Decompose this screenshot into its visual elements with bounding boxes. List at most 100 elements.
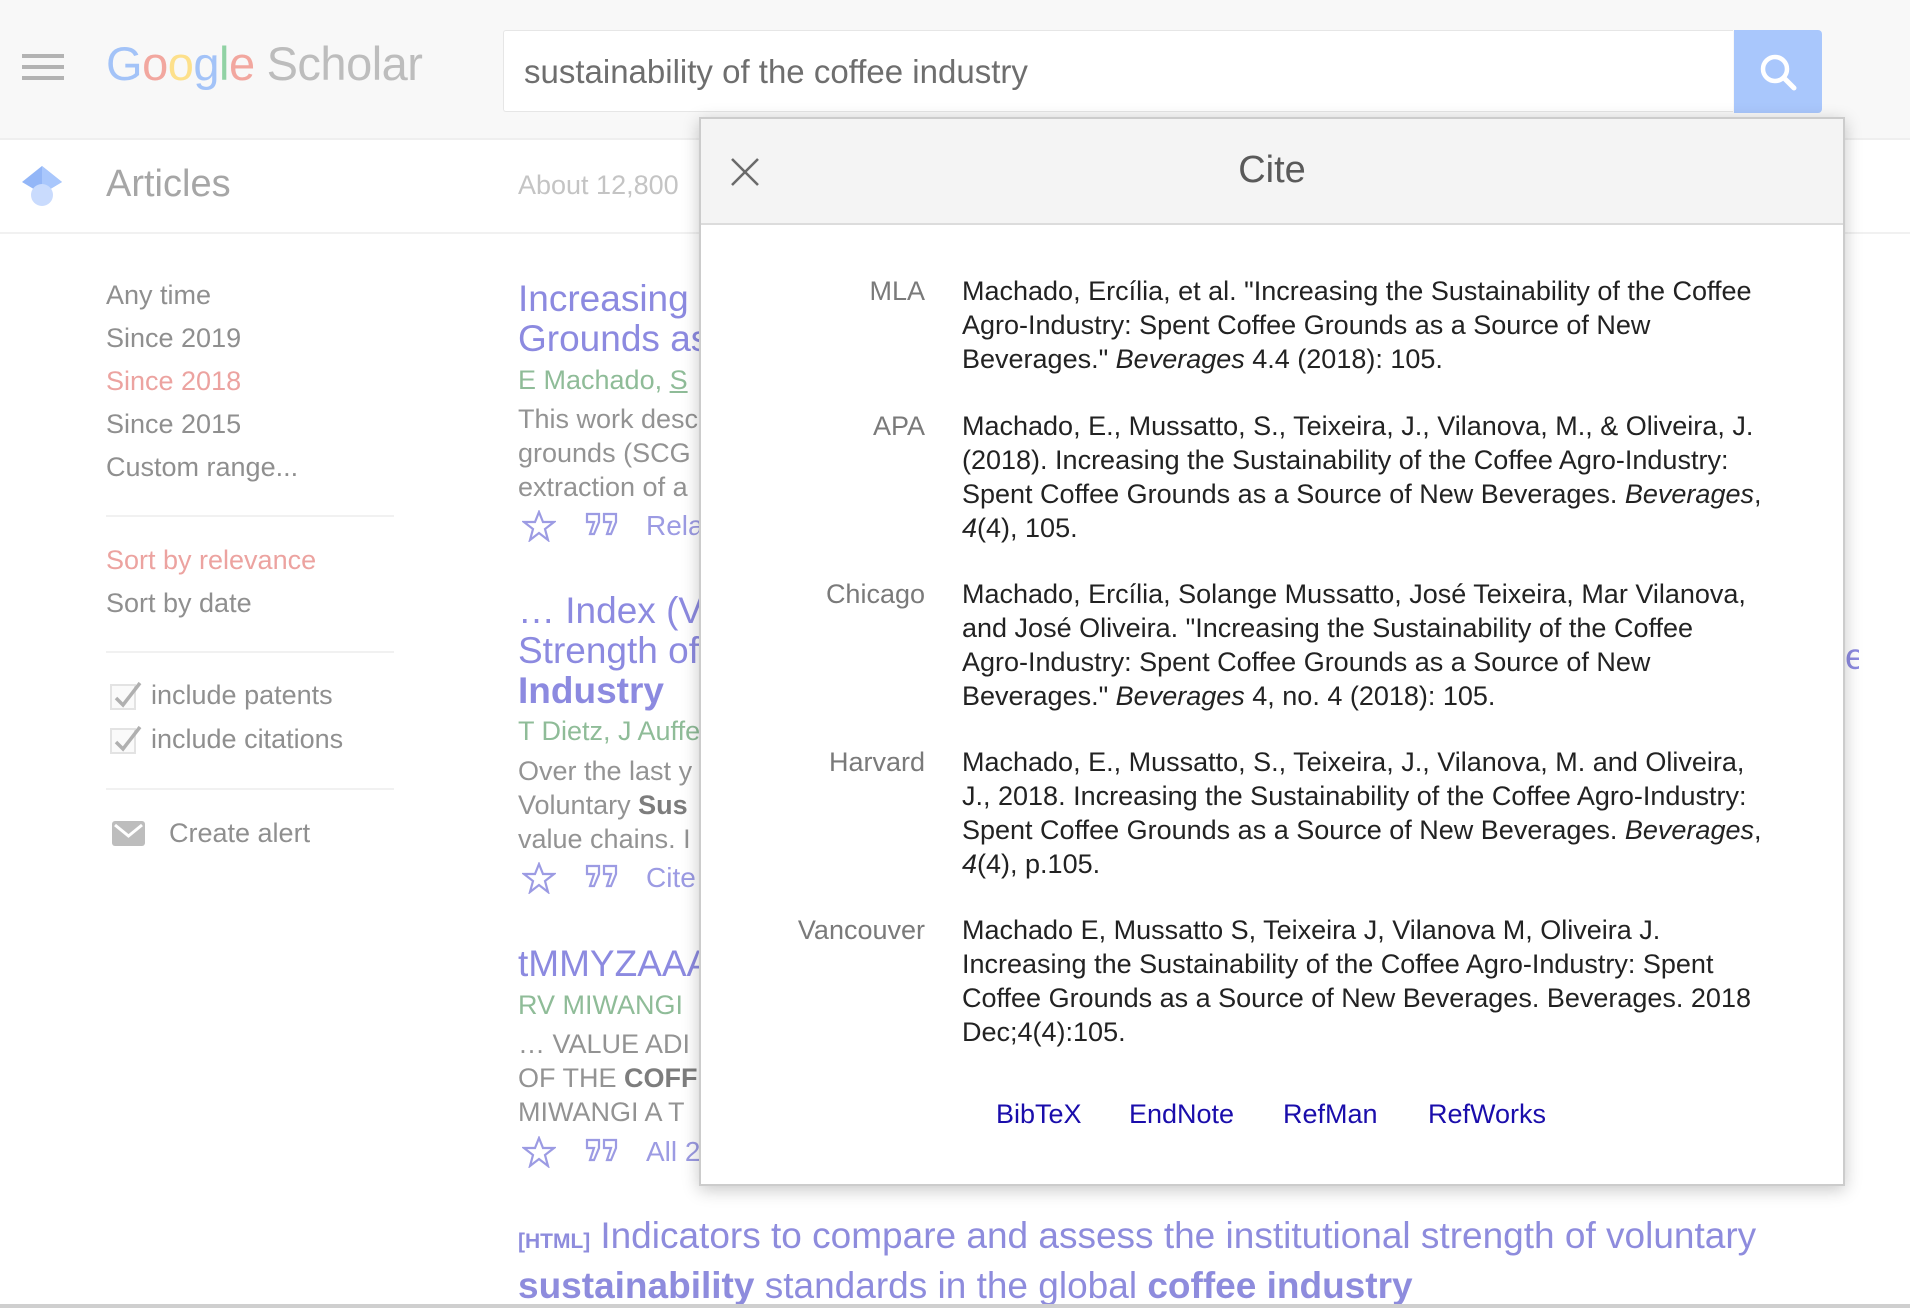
snippet-highlight: COFF xyxy=(624,1063,698,1093)
logo-letter: o xyxy=(167,37,194,90)
search-input[interactable] xyxy=(522,31,1716,113)
title-highlight: coffee industry xyxy=(1147,1265,1413,1306)
journal-name: Beverages xyxy=(1624,815,1754,845)
mail-envelope-icon[interactable] xyxy=(112,821,145,846)
title-text: Indicators to compare and assess the ins… xyxy=(600,1215,1757,1256)
title-text: standards in the global xyxy=(754,1265,1148,1306)
volume: 4 xyxy=(962,513,978,543)
related-articles-link[interactable]: Rela xyxy=(646,510,704,542)
include-citations-label[interactable]: include citations xyxy=(151,724,343,755)
sidebar-divider xyxy=(106,515,394,517)
logo-scholar-text: Scholar xyxy=(266,37,423,90)
filter-any-time[interactable]: Any time xyxy=(106,280,211,311)
export-bibtex-link[interactable]: BibTeX xyxy=(996,1099,1082,1130)
result-title-bold[interactable]: Industry xyxy=(518,671,664,711)
result-snippet: OF THE COFF xyxy=(518,1061,698,1095)
logo-letter: o xyxy=(142,37,168,90)
citation-tail: 4, no. 4 (2018): 105. xyxy=(1244,681,1496,711)
all-versions-link[interactable]: All 2 xyxy=(646,1136,700,1168)
citation-text[interactable]: Machado, Ercília, Solange Mussatto, José… xyxy=(962,577,1762,713)
author-link[interactable]: S xyxy=(670,365,688,395)
result-title[interactable]: Grounds as xyxy=(518,319,709,359)
section-title-articles: Articles xyxy=(106,163,231,205)
citation-style-label: Harvard xyxy=(828,747,925,777)
journal-name: Beverages xyxy=(1115,344,1245,374)
star-icon[interactable] xyxy=(522,1136,556,1168)
result-title-link[interactable]: [HTML] Indicators to compare and assess t… xyxy=(518,1214,1898,1308)
snippet-text: OF THE xyxy=(518,1063,625,1093)
citation-tail: 4.4 (2018): 105. xyxy=(1244,344,1443,374)
result-title[interactable]: tMMYZAAA xyxy=(518,944,711,984)
result-snippet: grounds (SCG xyxy=(518,438,691,468)
cited-by-link[interactable]: Cite xyxy=(646,862,696,894)
citation-text[interactable]: Machado, E., Mussatto, S., Teixeira, J.,… xyxy=(962,745,1762,881)
title-highlight: sustainability xyxy=(518,1265,755,1306)
logo-letter: g xyxy=(193,37,219,90)
search-button[interactable] xyxy=(1734,30,1822,113)
filter-custom-range[interactable]: Custom range... xyxy=(106,452,298,483)
result-snippet: This work desc xyxy=(518,404,699,434)
result-title[interactable]: Increasing xyxy=(518,279,689,319)
partially-hidden-text: e xyxy=(1845,636,1859,672)
checkmark-icon xyxy=(114,725,142,752)
quote-icon[interactable] xyxy=(584,1136,620,1164)
magnifier-icon xyxy=(1760,54,1797,91)
citation-tail: (4), p.105. xyxy=(977,849,1101,879)
filter-since-2015[interactable]: Since 2015 xyxy=(106,409,241,440)
result-snippet: value chains. I xyxy=(518,824,691,854)
result-authors: RV MIWANGI xyxy=(518,990,684,1020)
sort-by-relevance[interactable]: Sort by relevance xyxy=(106,545,316,576)
result-authors: T Dietz, J Auffe xyxy=(518,716,701,746)
sidebar-divider xyxy=(106,788,394,790)
filter-since-2019[interactable]: Since 2019 xyxy=(106,323,241,354)
quote-icon[interactable] xyxy=(584,862,620,890)
result-count: About 12,800 xyxy=(518,170,679,200)
cite-dialog: Cite MLA Machado, Ercília, et al. "Incre… xyxy=(699,117,1845,1186)
star-icon[interactable] xyxy=(522,862,556,894)
journal-name: Beverages xyxy=(1624,479,1754,509)
html-tag: [HTML] xyxy=(518,1230,591,1253)
scholar-cap-icon xyxy=(20,164,64,208)
filter-since-2018[interactable]: Since 2018 xyxy=(106,366,241,397)
citation-style-label: MLA xyxy=(869,276,925,306)
create-alert-link[interactable]: Create alert xyxy=(169,818,310,849)
cite-dialog-title: Cite xyxy=(1238,149,1306,191)
citation-style-label: APA xyxy=(872,411,925,441)
quote-icon[interactable] xyxy=(584,510,620,538)
logo-letter: e xyxy=(228,37,255,90)
include-citations-checkbox[interactable] xyxy=(110,725,142,754)
sort-by-date[interactable]: Sort by date xyxy=(106,588,252,619)
result-title[interactable]: … Index (V xyxy=(518,591,703,631)
snippet-highlight: Sus xyxy=(638,790,688,820)
checkmark-icon xyxy=(114,681,142,708)
journal-name: Beverages xyxy=(1115,681,1245,711)
star-icon[interactable] xyxy=(522,510,556,542)
page-bottom-border xyxy=(0,1304,1910,1308)
logo-letter: G xyxy=(106,37,143,90)
result-snippet: Over the last y xyxy=(518,756,693,786)
google-scholar-logo[interactable]: Google Scholar xyxy=(106,36,423,91)
volume: 4 xyxy=(962,849,978,879)
citation-style-label: Vancouver xyxy=(797,915,925,945)
include-patents-checkbox[interactable] xyxy=(110,681,142,710)
citation-text[interactable]: Machado, Ercília, et al. "Increasing the… xyxy=(962,274,1762,376)
result-snippet: Voluntary Sus xyxy=(518,788,688,822)
author-text: E Machado, xyxy=(518,365,670,395)
export-endnote-link[interactable]: EndNote xyxy=(1129,1099,1234,1130)
result-snippet: … VALUE ADI xyxy=(518,1029,691,1059)
include-patents-label[interactable]: include patents xyxy=(151,680,333,711)
export-refman-link[interactable]: RefMan xyxy=(1283,1099,1378,1130)
citation-sep: , xyxy=(1753,815,1762,845)
citation-text[interactable]: Machado E, Mussatto S, Teixeira J, Vilan… xyxy=(962,913,1762,1049)
logo-letter: l xyxy=(218,37,229,90)
citation-tail: (4), 105. xyxy=(977,513,1078,543)
result-snippet: MIWANGI A T xyxy=(518,1097,685,1127)
citation-style-label: Chicago xyxy=(825,579,925,609)
citation-text[interactable]: Machado, E., Mussatto, S., Teixeira, J.,… xyxy=(962,409,1762,545)
hamburger-menu-icon[interactable] xyxy=(22,54,64,80)
cite-dialog-header: Cite xyxy=(701,119,1843,225)
result-title[interactable]: Strength of xyxy=(518,631,699,671)
sidebar-divider xyxy=(106,651,394,653)
export-refworks-link[interactable]: RefWorks xyxy=(1428,1099,1546,1130)
search-box xyxy=(503,30,1733,113)
